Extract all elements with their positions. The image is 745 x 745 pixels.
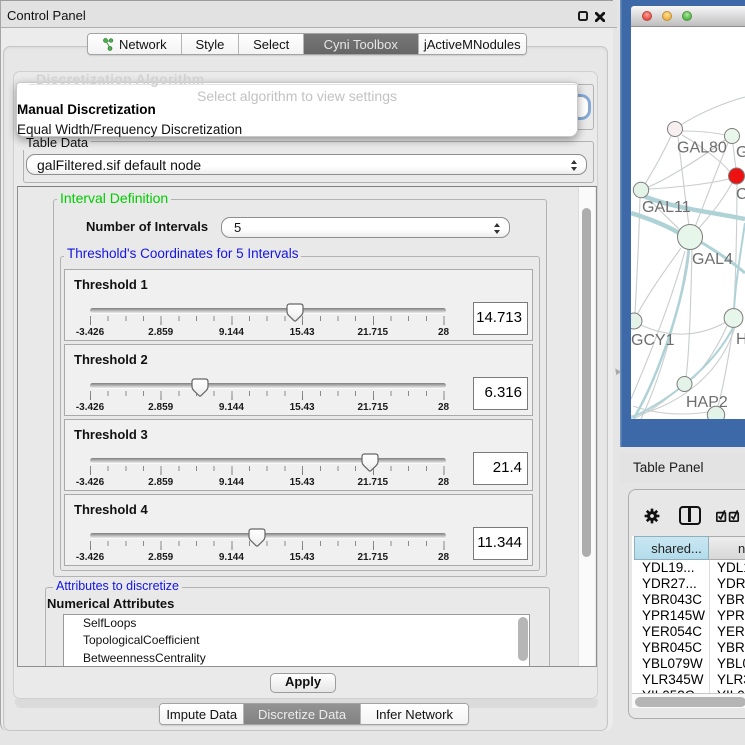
svg-text:GCY1: GCY1 xyxy=(631,332,675,349)
svg-text:HA: HA xyxy=(736,331,745,348)
svg-text:GAL11: GAL11 xyxy=(642,199,691,216)
svg-text:CR: CR xyxy=(736,186,745,203)
svg-text:HAP2: HAP2 xyxy=(686,394,728,411)
svg-text:GAL80: GAL80 xyxy=(677,140,727,157)
svg-text:GA: GA xyxy=(736,144,745,161)
svg-text:GAL4: GAL4 xyxy=(692,251,733,268)
